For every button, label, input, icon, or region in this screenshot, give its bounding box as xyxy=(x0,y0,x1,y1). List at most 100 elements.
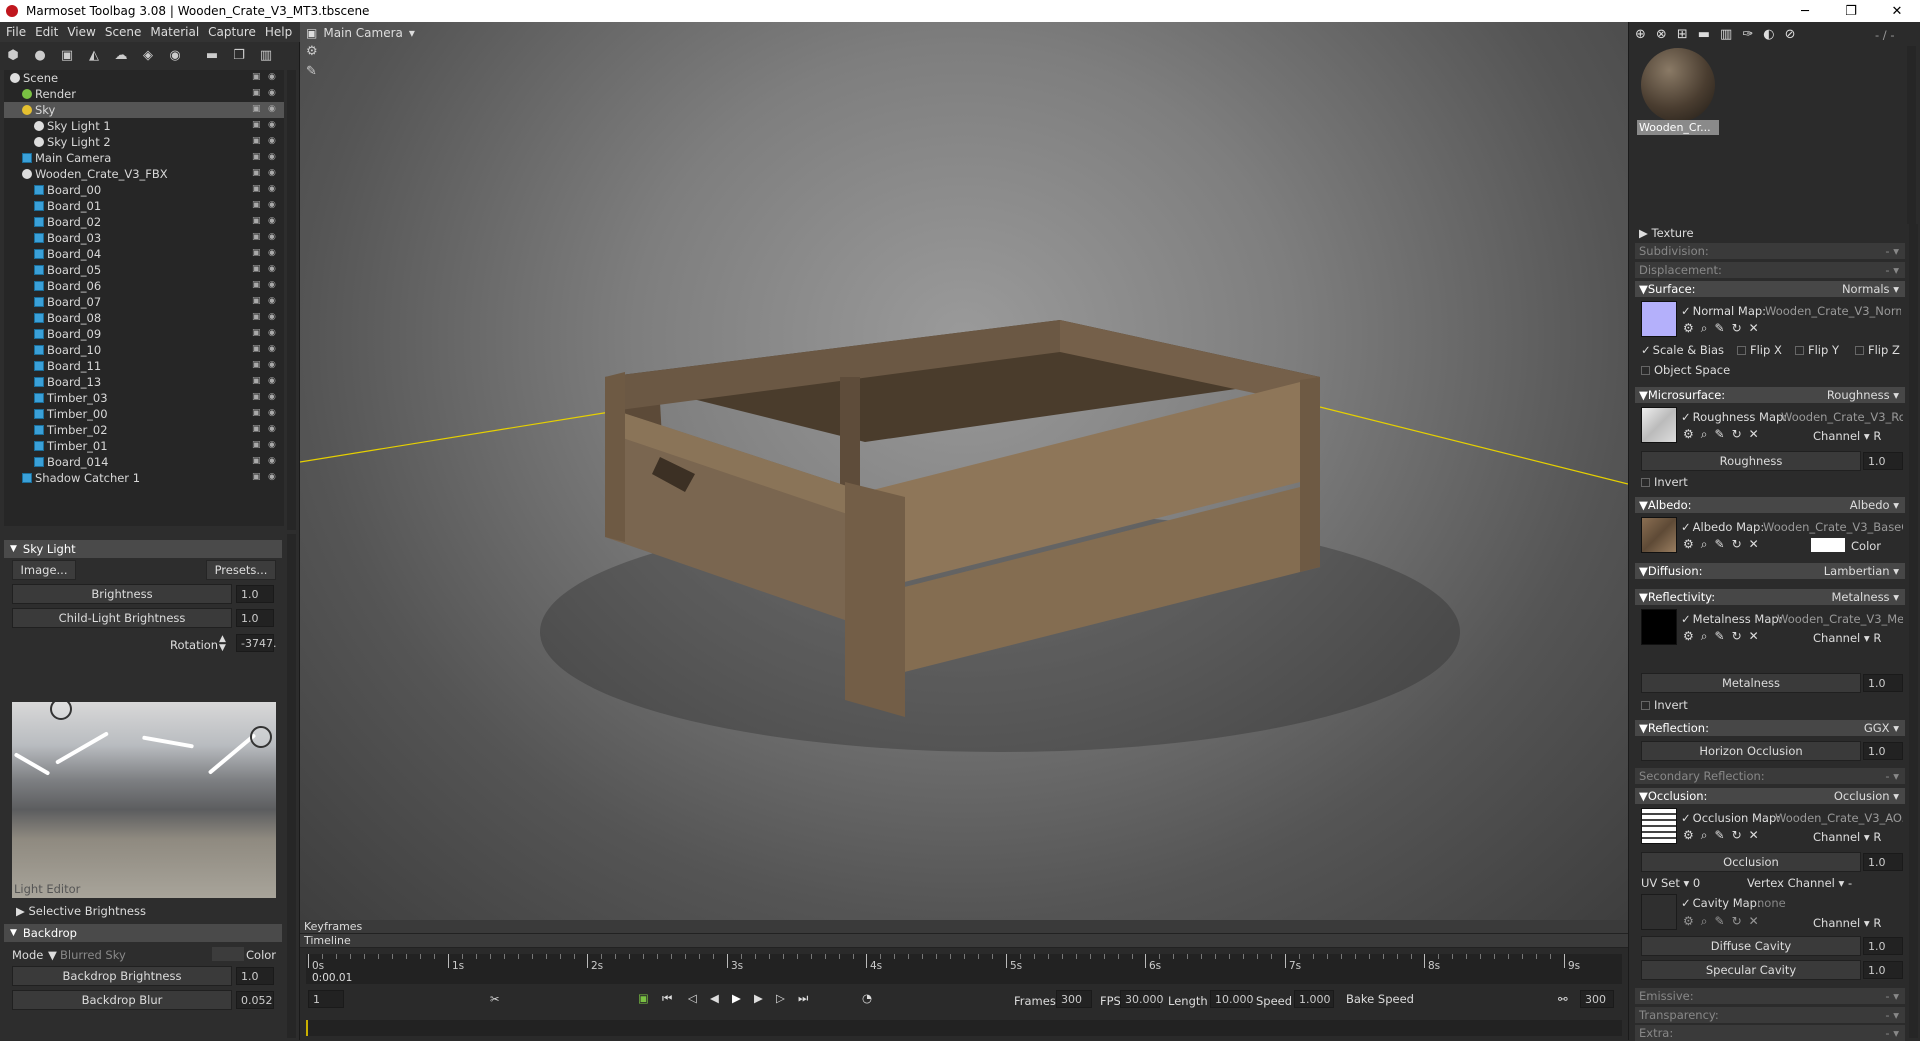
displacement-dropdown[interactable]: - ▾ xyxy=(1885,263,1899,277)
clear-icon[interactable]: ✕ xyxy=(1749,828,1759,843)
lock-icon[interactable]: ▣ xyxy=(252,88,261,98)
link-icon[interactable]: ⚯ xyxy=(1558,992,1568,1006)
lock-icon[interactable]: ▣ xyxy=(252,440,261,450)
outliner-item[interactable]: Shadow Catcher 1 ▣ ◉ xyxy=(4,470,284,486)
mode-dropdown-icon[interactable]: ▼ xyxy=(48,948,57,962)
material-thumbnail[interactable]: Wooden_Cr... xyxy=(1637,48,1719,136)
menu-material[interactable]: Material xyxy=(150,25,199,39)
horizon-occlusion-value[interactable]: 1.0 xyxy=(1863,742,1903,760)
light-editor-panorama[interactable]: Light Editor xyxy=(12,702,276,898)
visibility-eye-icon[interactable]: ◉ xyxy=(268,424,276,434)
occlusion-channel-dropdown[interactable]: Channel ▾ R xyxy=(1813,830,1881,844)
open-folder-icon[interactable]: ▬ xyxy=(1698,27,1710,42)
add-fog-icon[interactable]: ☁ xyxy=(114,48,128,63)
roughness-invert-checkbox[interactable]: Invert xyxy=(1641,475,1688,489)
metalness-map-swatch[interactable] xyxy=(1641,609,1677,645)
pick-material-icon[interactable]: ✑ xyxy=(1742,27,1753,42)
lock-icon[interactable]: ▣ xyxy=(252,424,261,434)
normal-map-label[interactable]: ✓ Normal Map: xyxy=(1681,304,1766,318)
reload-icon[interactable]: ↻ xyxy=(1732,828,1742,843)
visibility-eye-icon[interactable]: ◉ xyxy=(268,344,276,354)
pencil-icon[interactable]: ✎ xyxy=(1715,828,1725,843)
close-button[interactable]: ✕ xyxy=(1874,0,1920,22)
visibility-eye-icon[interactable]: ◉ xyxy=(268,312,276,322)
visibility-eye-icon[interactable]: ◉ xyxy=(268,120,276,130)
lock-icon[interactable]: ▣ xyxy=(252,344,261,354)
secondary-reflection-dropdown[interactable]: - ▾ xyxy=(1885,769,1899,783)
jump-end-icon[interactable]: ⏭ xyxy=(798,991,808,1006)
add-turntable-icon[interactable]: ◈ xyxy=(141,48,155,63)
settings-gear-icon[interactable]: ⚙ xyxy=(1683,427,1694,442)
visibility-eye-icon[interactable]: ◉ xyxy=(268,104,276,114)
microsurface-header[interactable]: ▼ Microsurface: Roughness ▾ xyxy=(1635,387,1905,403)
transparency-dropdown[interactable]: - ▾ xyxy=(1885,1008,1899,1022)
lock-icon[interactable]: ▣ xyxy=(252,296,261,306)
backdrop-color-swatch[interactable] xyxy=(212,947,244,961)
rotation-spinner-icon[interactable]: ▲ ▼ xyxy=(219,635,226,653)
visibility-eye-icon[interactable]: ◉ xyxy=(268,472,276,482)
presets-button[interactable]: Presets... xyxy=(206,560,276,580)
sky-light-handle-1[interactable] xyxy=(50,702,72,720)
lock-icon[interactable]: ▣ xyxy=(252,120,261,130)
reload-icon[interactable]: ↻ xyxy=(1732,537,1742,552)
horizon-occlusion-slider[interactable]: Horizon Occlusion xyxy=(1641,741,1861,761)
timeline-ruler[interactable]: 0s 1s 2s 3s 4s 5s 6s 7s 8s 9s xyxy=(306,954,1622,984)
subdivision-row[interactable]: Subdivision: - ▾ xyxy=(1635,243,1905,259)
metalness-channel-dropdown[interactable]: Channel ▾ R xyxy=(1813,631,1881,645)
roughness-map-file[interactable]: Wooden_Crate_V3_Rou xyxy=(1781,410,1903,424)
outliner-item[interactable]: Board_06 ▣ ◉ xyxy=(4,278,284,294)
speed-field[interactable]: 1.000 xyxy=(1294,990,1334,1008)
reload-icon[interactable]: ↻ xyxy=(1732,321,1742,336)
reflection-header[interactable]: ▼ Reflection: GGX ▾ xyxy=(1635,720,1905,736)
menu-file[interactable]: File xyxy=(6,25,26,39)
specular-cavity-slider[interactable]: Specular Cavity xyxy=(1641,960,1861,980)
reflectivity-dropdown[interactable]: Metalness ▾ xyxy=(1831,590,1899,604)
clear-icon[interactable]: ✕ xyxy=(1749,914,1759,929)
current-frame-field[interactable]: 1 xyxy=(308,990,344,1008)
outliner-item[interactable]: Board_08 ▣ ◉ xyxy=(4,310,284,326)
zoom-icon[interactable]: ⌕ xyxy=(1701,321,1708,336)
texture-section-toggle[interactable]: ▶ Texture xyxy=(1639,226,1694,240)
menu-view[interactable]: View xyxy=(67,25,95,39)
outliner-item[interactable]: Timber_02 ▣ ◉ xyxy=(4,422,284,438)
outliner-item[interactable]: Board_03 ▣ ◉ xyxy=(4,230,284,246)
compare-icon[interactable]: ◐ xyxy=(1763,27,1774,42)
metalness-map-file[interactable]: Wooden_Crate_V3_Meta xyxy=(1777,612,1903,626)
properties-scrollbar[interactable] xyxy=(1909,224,1918,1038)
viewport-3d[interactable]: ▣ Main Camera ▾ ⚙ ✎ xyxy=(300,22,1628,920)
occlusion-map-label[interactable]: ✓ Occlusion Map: xyxy=(1681,811,1780,825)
diffuse-cavity-value[interactable]: 1.0 xyxy=(1863,937,1903,955)
visibility-eye-icon[interactable]: ◉ xyxy=(268,440,276,450)
brightness-slider[interactable]: Brightness xyxy=(12,584,232,604)
pencil-icon[interactable]: ✎ xyxy=(1715,321,1725,336)
occlusion-header[interactable]: ▼ Occlusion: Occlusion ▾ xyxy=(1635,788,1905,804)
jump-start-icon[interactable]: ⏮ xyxy=(662,991,672,1006)
outliner-item[interactable]: Board_11 ▣ ◉ xyxy=(4,358,284,374)
lock-icon[interactable]: ▣ xyxy=(252,72,261,82)
occlusion-map-swatch[interactable] xyxy=(1641,808,1677,844)
outliner-item[interactable]: Board_10 ▣ ◉ xyxy=(4,342,284,358)
prev-key-icon[interactable]: ◁ xyxy=(688,991,697,1005)
metalness-slider[interactable]: Metalness xyxy=(1641,673,1861,693)
outliner-item[interactable]: Render ▣ ◉ xyxy=(4,86,284,102)
lock-icon[interactable]: ▣ xyxy=(252,248,261,258)
visibility-eye-icon[interactable]: ◉ xyxy=(268,328,276,338)
extra-row[interactable]: Extra: - ▾ xyxy=(1635,1025,1905,1041)
timeline-bar[interactable]: Timeline xyxy=(300,934,1628,948)
lock-icon[interactable]: ▣ xyxy=(252,136,261,146)
diffusion-dropdown[interactable]: Lambertian ▾ xyxy=(1824,564,1899,578)
outliner-item[interactable]: Timber_00 ▣ ◉ xyxy=(4,406,284,422)
rotation-value[interactable]: -3747. xyxy=(236,634,276,652)
next-frame-icon[interactable]: ▶ xyxy=(754,991,763,1005)
visibility-eye-icon[interactable]: ◉ xyxy=(268,88,276,98)
diffuse-cavity-slider[interactable]: Diffuse Cavity xyxy=(1641,936,1861,956)
lock-icon[interactable]: ▣ xyxy=(252,376,261,386)
outliner-scrollbar[interactable] xyxy=(287,70,296,530)
surface-header[interactable]: ▼ Surface: Normals ▾ xyxy=(1635,281,1905,297)
lock-icon[interactable]: ▣ xyxy=(252,360,261,370)
cavity-map-file[interactable]: none xyxy=(1757,896,1786,910)
flip-z-checkbox[interactable]: Flip Z xyxy=(1855,343,1900,357)
metalness-map-label[interactable]: ✓ Metalness Map: xyxy=(1681,612,1783,626)
emissive-row[interactable]: Emissive: - ▾ xyxy=(1635,988,1905,1004)
end-frame-field[interactable]: 300 xyxy=(1580,990,1614,1008)
